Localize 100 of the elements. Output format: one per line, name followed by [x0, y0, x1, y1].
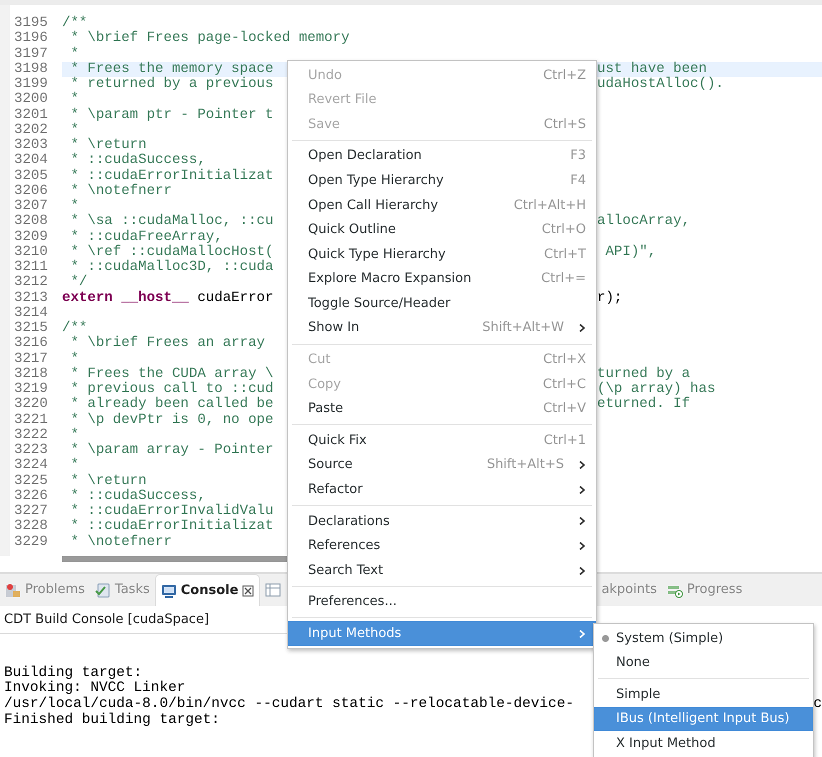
tasks-icon [94, 582, 111, 598]
line-number: 3205 [13, 168, 49, 184]
code-text: API)", [604, 244, 656, 260]
menu-item[interactable]: Open Type Hierarchy F4 [288, 168, 596, 193]
code-text: ust have been [597, 62, 707, 77]
code-text: * \return [69, 137, 147, 153]
menu-item[interactable]: Paste Ctrl+V [288, 396, 596, 422]
menu-item[interactable]: Explore Macro Expansion Ctrl+= [288, 266, 596, 292]
code-text: * [69, 457, 79, 474]
menu-item[interactable]: Quick Type Hierarchy Ctrl+T [288, 242, 596, 267]
line-number: 3210 [13, 244, 49, 260]
code-text: * ::cudaErrorInitializat [69, 168, 274, 184]
line-number: 3214 [13, 306, 49, 321]
line-number: 3197 [13, 46, 49, 62]
line-number: 3198 [13, 62, 49, 77]
code-text: * returned by a previous [69, 76, 274, 92]
code-text: * \notefnerr [69, 182, 172, 199]
table-icon [265, 582, 282, 598]
line-number: 3219 [13, 382, 49, 398]
code-text: * \brief Frees page-locked memory [69, 30, 350, 46]
code-text: * ::cudaSuccess, [69, 152, 206, 168]
menu-item[interactable]: Open Declaration F3 [288, 144, 596, 168]
code-text: * already been called be [69, 396, 274, 412]
code-text: * [69, 198, 79, 214]
menu-item[interactable]: None [594, 650, 813, 676]
code-text: * [69, 122, 79, 138]
menu-item[interactable]: Declarations [288, 509, 596, 534]
code-text: (\p array) has [597, 382, 716, 397]
console-line: Building target: [4, 666, 142, 680]
code-text: * \ref ::cudaMallocHost( [69, 244, 274, 260]
console-line: /usr/local/cuda-8.0/bin/nvcc --cudart static --relocatable-device- [4, 696, 574, 712]
line-number: 3221 [13, 412, 49, 428]
line-number: 3228 [13, 519, 49, 534]
line-number: 3223 [13, 443, 49, 458]
code-text: udaHostAlloc(). [597, 77, 724, 92]
code-text: * ::cudaMalloc3D, ::cuda [69, 259, 274, 275]
menu-item[interactable]: Open Call Hierarchy Ctrl+Alt+H [288, 192, 596, 218]
line-number: 3202 [13, 122, 49, 138]
menu-item[interactable]: Refactor [288, 478, 596, 502]
line-number: 3213 [13, 290, 49, 306]
code-text: * \p devPtr is 0, no ope [69, 412, 274, 428]
line-number: 3204 [13, 153, 49, 168]
panel-tab[interactable]: Console [154, 574, 260, 606]
code-text: /** [62, 320, 88, 336]
menu-item[interactable]: Show In Shift+Alt+W [288, 316, 596, 341]
line-number: 3222 [13, 428, 49, 443]
code-text: * [69, 426, 79, 443]
menu-item[interactable]: Quick Fix Ctrl+1 [288, 428, 596, 453]
code-text: * ::cudaErrorInvalidValu [69, 503, 274, 519]
menu-item[interactable]: Simple [594, 682, 813, 707]
line-number: 3199 [13, 77, 49, 92]
menu-item[interactable]: X Input Method [594, 731, 813, 756]
code-text: * [69, 350, 79, 366]
console-line: c [813, 696, 822, 713]
line-number: 3211 [13, 260, 49, 276]
console-line: Finished building target: [4, 712, 220, 728]
code-text: * \param ptr - Pointer t [69, 106, 274, 122]
menu-item[interactable]: References [288, 534, 596, 558]
menu-item[interactable]: Search Text [288, 558, 596, 583]
code-text: * Frees the CUDA array \ [69, 366, 274, 382]
close-icon [242, 584, 254, 596]
line-number: 3208 [13, 214, 49, 230]
code-text: * Frees the memory space [69, 60, 274, 77]
line-number: 3207 [13, 199, 49, 214]
code-text: * previous call to ::cud [69, 381, 274, 397]
line-number: 3227 [13, 504, 49, 520]
code-text: eturned. If [597, 397, 690, 412]
code-text: * ::cudaSuccess, [69, 488, 206, 504]
line-number: 3195 [13, 16, 49, 32]
code-text: * \notefnerr [69, 534, 172, 550]
line-number: 3225 [13, 474, 49, 489]
menu-item[interactable]: System (Simple) [594, 626, 813, 651]
code-text: turned by a [597, 366, 690, 382]
menu-item[interactable]: Toggle Source/Header [288, 291, 596, 316]
line-number: 3212 [13, 275, 49, 290]
line-number: 3224 [13, 458, 49, 474]
code-text: extern __host__ cudaError [62, 290, 274, 306]
code-text: * \param array - Pointer [69, 442, 274, 458]
console-icon [160, 582, 177, 598]
line-number: 3209 [13, 230, 49, 245]
code-text: * [69, 46, 79, 62]
code-text: * \sa ::cudaMalloc, ::cu [69, 213, 274, 230]
line-number: 3215 [13, 321, 49, 336]
line-number: 3201 [13, 108, 49, 123]
code-text: allocArray, [597, 214, 690, 230]
line-number: 3217 [13, 352, 49, 367]
code-text: r); [597, 290, 622, 306]
menu-item[interactable]: Quick Outline Ctrl+O [288, 218, 596, 242]
line-number: 3226 [13, 488, 49, 504]
menu-item[interactable]: Source Shift+Alt+S [288, 452, 596, 478]
code-text: * ::cudaFreeArray, [69, 228, 223, 244]
line-number: 3203 [13, 138, 49, 154]
line-number: 3216 [13, 336, 49, 352]
code-text: * \return [69, 472, 147, 488]
line-number: 3218 [13, 366, 49, 382]
line-number: 3200 [13, 92, 49, 108]
code-text: /** [62, 15, 88, 31]
console-line: Invoking: NVCC Linker [4, 681, 186, 696]
line-number: 3206 [13, 184, 49, 199]
code-text: * ::cudaErrorInitializat [69, 518, 274, 534]
